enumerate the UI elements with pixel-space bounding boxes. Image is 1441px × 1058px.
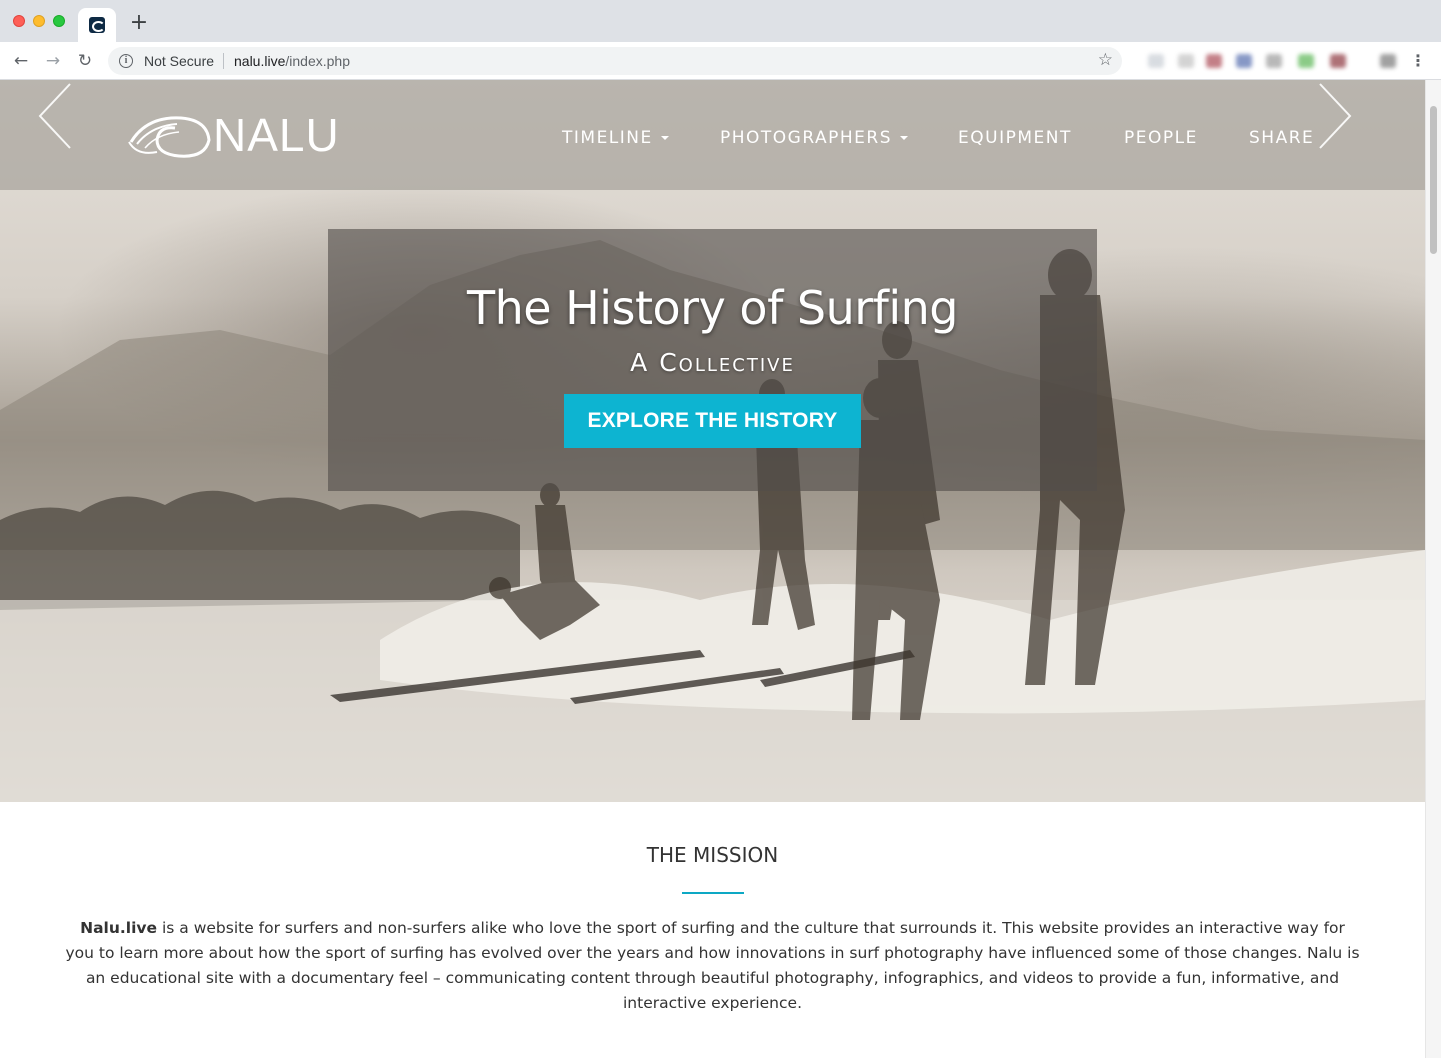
hero-title: The History of Surfing <box>466 281 959 335</box>
explore-history-button[interactable]: EXPLORE THE HISTORY <box>564 394 861 448</box>
hero-caption: The History of Surfing A Collective EXPL… <box>328 229 1097 491</box>
nav-label: TIMELINE <box>562 128 653 148</box>
mission-paragraph: Nalu.live is a website for surfers and n… <box>64 916 1361 1016</box>
nav-label: SHARE <box>1249 128 1315 148</box>
close-window-button[interactable] <box>13 15 25 27</box>
chevron-left-icon[interactable] <box>34 80 78 152</box>
mission-title: THE MISSION <box>646 843 779 867</box>
hero-subtitle: A Collective <box>630 348 795 377</box>
url-host: nalu.live <box>234 53 286 69</box>
page-viewport: NALU TIMELINE PHOTOGRAPHERS EQUIPMENT PE… <box>0 80 1441 1058</box>
extensions-area <box>1128 47 1408 75</box>
site-logo[interactable]: NALU <box>127 109 357 161</box>
extension-icon[interactable] <box>1206 54 1222 68</box>
mission-brand: Nalu.live <box>80 919 158 937</box>
zoom-window-button[interactable] <box>53 15 65 27</box>
extension-icon[interactable] <box>1178 54 1194 68</box>
nav-label: PHOTOGRAPHERS <box>720 128 892 148</box>
url-path: /index.php <box>285 53 350 69</box>
hero-carousel: NALU TIMELINE PHOTOGRAPHERS EQUIPMENT PE… <box>0 80 1425 802</box>
extension-icon[interactable] <box>1380 54 1396 68</box>
kebab-menu-icon[interactable]: ⋮ <box>1410 50 1426 72</box>
nav-share[interactable]: SHARE <box>1249 128 1314 148</box>
mission-divider <box>682 892 744 894</box>
extension-icon[interactable] <box>1266 54 1282 68</box>
security-label[interactable]: Not Secure <box>144 53 214 69</box>
scrollbar-thumb[interactable] <box>1430 106 1437 254</box>
extension-icon[interactable] <box>1330 54 1346 68</box>
caret-down-icon <box>660 136 669 140</box>
favicon-icon <box>89 17 105 33</box>
forward-arrow-icon[interactable]: → <box>42 50 64 72</box>
page-scrollbar[interactable] <box>1425 80 1441 1058</box>
logo-text: NALU <box>213 109 340 161</box>
info-icon[interactable]: i <box>119 54 133 68</box>
back-arrow-icon[interactable]: ← <box>10 50 32 72</box>
new-tab-button[interactable]: + <box>128 12 150 34</box>
nav-label: EQUIPMENT <box>958 128 1072 148</box>
reload-icon[interactable]: ↻ <box>74 50 96 72</box>
site-navbar: NALU TIMELINE PHOTOGRAPHERS EQUIPMENT PE… <box>0 80 1425 190</box>
nav-photographers[interactable]: PHOTOGRAPHERS <box>720 128 908 148</box>
mission-body: is a website for surfers and non-surfers… <box>65 919 1360 1012</box>
browser-titlebar: + <box>0 0 1441 42</box>
extension-icon[interactable] <box>1298 54 1314 68</box>
extension-icon[interactable] <box>1148 54 1164 68</box>
minimize-window-button[interactable] <box>33 15 45 27</box>
star-icon[interactable]: ☆ <box>1098 50 1113 70</box>
browser-toolbar: ← → ↻ i Not Secure nalu.live/index.php ☆… <box>0 42 1441 80</box>
address-bar[interactable]: i Not Secure nalu.live/index.php ☆ <box>108 47 1122 75</box>
url-divider <box>223 53 224 69</box>
nav-timeline[interactable]: TIMELINE <box>562 128 669 148</box>
url-text[interactable]: nalu.live/index.php <box>234 53 350 69</box>
caret-down-icon <box>900 136 908 140</box>
browser-tab[interactable] <box>78 8 116 42</box>
wave-logo-icon <box>128 116 211 158</box>
chevron-right-icon[interactable] <box>1312 80 1356 152</box>
extension-icon[interactable] <box>1236 54 1252 68</box>
nav-label: PEOPLE <box>1124 128 1198 148</box>
nav-equipment[interactable]: EQUIPMENT <box>958 128 1072 148</box>
nav-people[interactable]: PEOPLE <box>1124 128 1198 148</box>
